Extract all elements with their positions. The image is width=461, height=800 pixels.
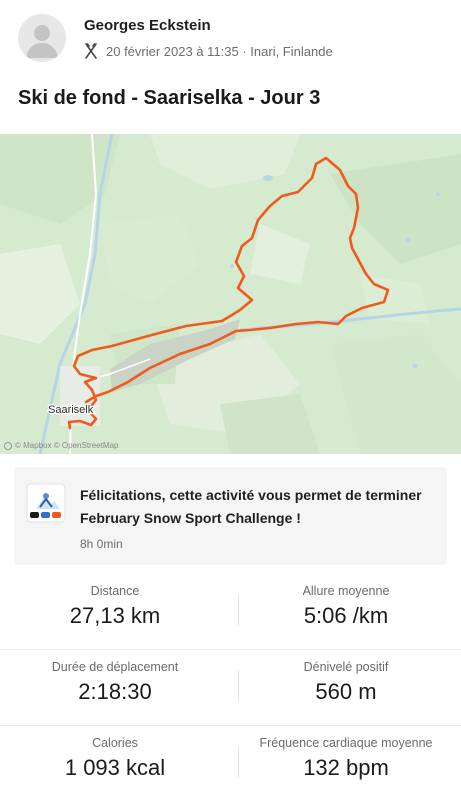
stat-elevation-gain: Dénivelé positif 560 m — [303, 660, 389, 704]
map-graphic: Saariselk — [0, 134, 461, 454]
stat-row: Calories 1 093 kcal Fréquence cardiaque … — [0, 726, 461, 800]
challenge-badge-icon — [26, 483, 66, 523]
stat-pace: Allure moyenne 5:06 /km — [302, 584, 390, 628]
author-name[interactable]: Georges Eckstein — [84, 17, 211, 34]
route-map[interactable]: Saariselk © Mapbox © OpenStreetMap — [0, 134, 461, 454]
post-header: Georges Eckstein 20 février 2023 à 11:35… — [0, 0, 461, 72]
avatar[interactable] — [18, 14, 66, 62]
stat-distance: Distance 27,13 km — [69, 584, 161, 628]
info-icon — [4, 441, 12, 450]
stat-calories: Calories 1 093 kcal — [64, 736, 166, 780]
challenge-card[interactable]: Félicitations, cette activité vous perme… — [14, 467, 447, 565]
stat-heart-rate: Fréquence cardiaque moyenne 132 bpm — [259, 736, 433, 780]
user-silhouette-icon — [18, 14, 66, 62]
challenge-time: 8h 0min — [80, 537, 123, 551]
date-location: 20 février 2023 à 11:35 · Inari, Finland… — [106, 43, 333, 59]
activity-title[interactable]: Ski de fond - Saariselka - Jour 3 — [18, 87, 320, 110]
stat-moving-time: Durée de déplacement 2:18:30 — [51, 660, 179, 704]
map-attribution[interactable]: © Mapbox © OpenStreetMap — [4, 441, 118, 450]
cross-country-ski-icon — [85, 43, 97, 59]
challenge-message: Félicitations, cette activité vous perme… — [80, 487, 422, 526]
stat-row: Durée de déplacement 2:18:30 Dénivelé po… — [0, 650, 461, 726]
stat-row: Distance 27,13 km Allure moyenne 5:06 /k… — [0, 574, 461, 650]
stats-grid: Distance 27,13 km Allure moyenne 5:06 /k… — [0, 574, 461, 800]
town-label: Saariselk — [48, 404, 94, 416]
post-meta: 20 février 2023 à 11:35 · Inari, Finland… — [84, 43, 333, 59]
